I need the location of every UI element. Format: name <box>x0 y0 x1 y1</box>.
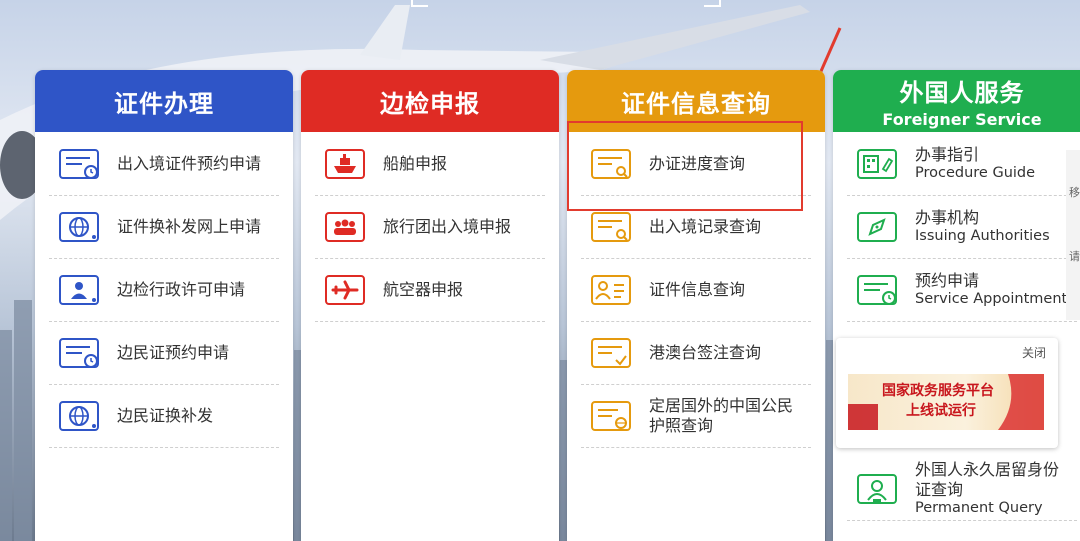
service-item-label: 港澳台签注查询 <box>649 342 762 362</box>
banner-line-1: 国家政务服务平台 <box>882 383 994 399</box>
service-item-english-label: Permanent Query <box>915 500 1043 516</box>
service-item[interactable]: 定居国外的中国公民 护照查询 <box>581 384 811 448</box>
service-item-text: 出入境证件预约申请 <box>117 154 261 174</box>
service-item-label: 边民证预约申请 <box>117 342 230 362</box>
service-item-english-label: Procedure Guide <box>915 165 1036 181</box>
document-search-icon <box>591 211 631 242</box>
service-item-english-label: Service Appointment <box>915 291 1068 307</box>
service-item-label: 预约申请 <box>915 271 980 290</box>
card-title[interactable]: 边检申报 <box>380 84 480 119</box>
service-item[interactable]: 办事机构 Issuing Authorities <box>847 195 1077 259</box>
service-item[interactable]: 港澳台签注查询 <box>581 321 811 385</box>
person-id-icon <box>59 274 99 305</box>
service-item-text: 定居国外的中国公民 护照查询 <box>649 396 793 436</box>
service-item-text: 办事机构 Issuing Authorities <box>915 208 1050 245</box>
card-document-processing: 证件办理 出入境证件预约申请 证件换补发网上申请 边检行政许可申请 边民证预约申请 边民… <box>35 70 293 541</box>
service-item-text: 边民证预约申请 <box>117 343 229 363</box>
card-foreigner-service: 外国人服务 Foreigner Service 办事指引 Procedure Gu… <box>833 70 1080 541</box>
side-tab-char: 移 <box>1069 186 1080 199</box>
service-item-label: 办事指引 <box>915 145 980 164</box>
passport-globe-icon <box>591 400 631 431</box>
document-check-icon <box>591 337 631 368</box>
service-item-text: 边检行政许可申请 <box>117 280 245 300</box>
globe-icon <box>59 400 99 431</box>
service-item-label: 边检行政许可申请 <box>117 279 246 299</box>
card-header: 证件办理 <box>35 70 293 132</box>
platform-popup: 关闭 国家政务服务平台 上线试运行 <box>836 338 1058 448</box>
service-item-text: 证件换补发网上申请 <box>117 217 261 237</box>
service-item[interactable]: 船舶申报 <box>315 132 545 196</box>
service-item[interactable]: 边民证预约申请 <box>49 321 279 385</box>
service-item-text: 旅行团出入境申报 <box>383 217 511 237</box>
card-subtitle: Foreigner Service <box>882 110 1042 129</box>
service-item-label-line2: 护照查询 <box>649 415 714 435</box>
service-item[interactable]: 边检行政许可申请 <box>49 258 279 322</box>
card-border-declaration: 边检申报 船舶申报旅行团出入境申报 航空器申报 <box>301 70 559 541</box>
compass-icon <box>857 211 897 242</box>
side-floating-tab[interactable]: 移 请 <box>1066 150 1080 320</box>
service-item-label: 出入境记录查询 <box>649 216 762 236</box>
airplane-icon <box>325 274 365 305</box>
card-header: 边检申报 <box>301 70 559 132</box>
service-item[interactable]: 办事指引 Procedure Guide <box>847 132 1077 196</box>
card-title[interactable]: 外国人服务 <box>900 73 1025 108</box>
service-item[interactable]: 出入境证件预约申请 <box>49 132 279 196</box>
service-item[interactable]: 边民证换补发 <box>49 384 279 448</box>
service-item-label: 边民证换补发 <box>117 405 214 425</box>
service-item-text: 港澳台签注查询 <box>649 343 761 363</box>
ship-icon <box>325 148 365 179</box>
service-item-text: 预约申请 Service Appointment <box>915 271 1067 308</box>
globe-icon <box>59 211 99 242</box>
service-item-label-line1: 定居国外的中国公民 <box>649 395 794 415</box>
card-header: 外国人服务 Foreigner Service <box>833 70 1080 132</box>
person-card-icon <box>591 274 631 305</box>
service-item-text: 船舶申报 <box>383 154 447 174</box>
side-tab-char: 请 <box>1069 250 1080 263</box>
service-item-english-label: Issuing Authorities <box>915 228 1050 244</box>
document-clock-icon <box>59 337 99 368</box>
service-item-label-line1: 外国人永久居留身份 <box>915 460 1060 479</box>
popup-close-button[interactable]: 关闭 <box>1022 344 1046 361</box>
service-item-text: 办事指引 Procedure Guide <box>915 145 1035 182</box>
service-item-text: 证件信息查询 <box>649 280 745 300</box>
service-item-text: 出入境记录查询 <box>649 217 761 237</box>
resident-card-icon <box>857 473 897 504</box>
service-item[interactable]: 航空器申报 <box>315 258 545 322</box>
service-item-text: 外国人永久居留身份 证查询 Permanent Query <box>915 460 1059 517</box>
banner-line-2: 上线试运行 <box>906 403 976 419</box>
service-item[interactable]: 证件信息查询 <box>581 258 811 322</box>
service-item-label: 办事机构 <box>915 208 980 227</box>
service-item-label: 出入境证件预约申请 <box>117 153 262 173</box>
service-item[interactable]: 外国人永久居留身份 证查询 Permanent Query <box>847 457 1077 521</box>
service-item-text: 边民证换补发 <box>117 406 213 426</box>
guide-icon <box>857 148 897 179</box>
service-item-text: 航空器申报 <box>383 280 463 300</box>
service-item[interactable]: 证件换补发网上申请 <box>49 195 279 259</box>
service-item-label: 证件信息查询 <box>649 279 746 299</box>
document-clock-icon <box>857 274 897 305</box>
card-title[interactable]: 证件信息查询 <box>621 84 771 119</box>
service-item-label: 船舶申报 <box>383 153 448 173</box>
annotation-highlight-box <box>567 121 803 211</box>
service-item-label: 旅行团出入境申报 <box>383 216 512 236</box>
gov-service-banner[interactable]: 国家政务服务平台 上线试运行 <box>848 374 1044 430</box>
group-icon <box>325 211 365 242</box>
service-item-label: 航空器申报 <box>383 279 464 299</box>
service-item[interactable]: 预约申请 Service Appointment <box>847 258 1077 322</box>
card-title[interactable]: 证件办理 <box>114 84 214 119</box>
service-item-label: 证件换补发网上申请 <box>117 216 262 236</box>
service-item[interactable]: 旅行团出入境申报 <box>315 195 545 259</box>
document-clock-icon <box>59 148 99 179</box>
service-item-label-line2: 证查询 <box>915 480 964 499</box>
